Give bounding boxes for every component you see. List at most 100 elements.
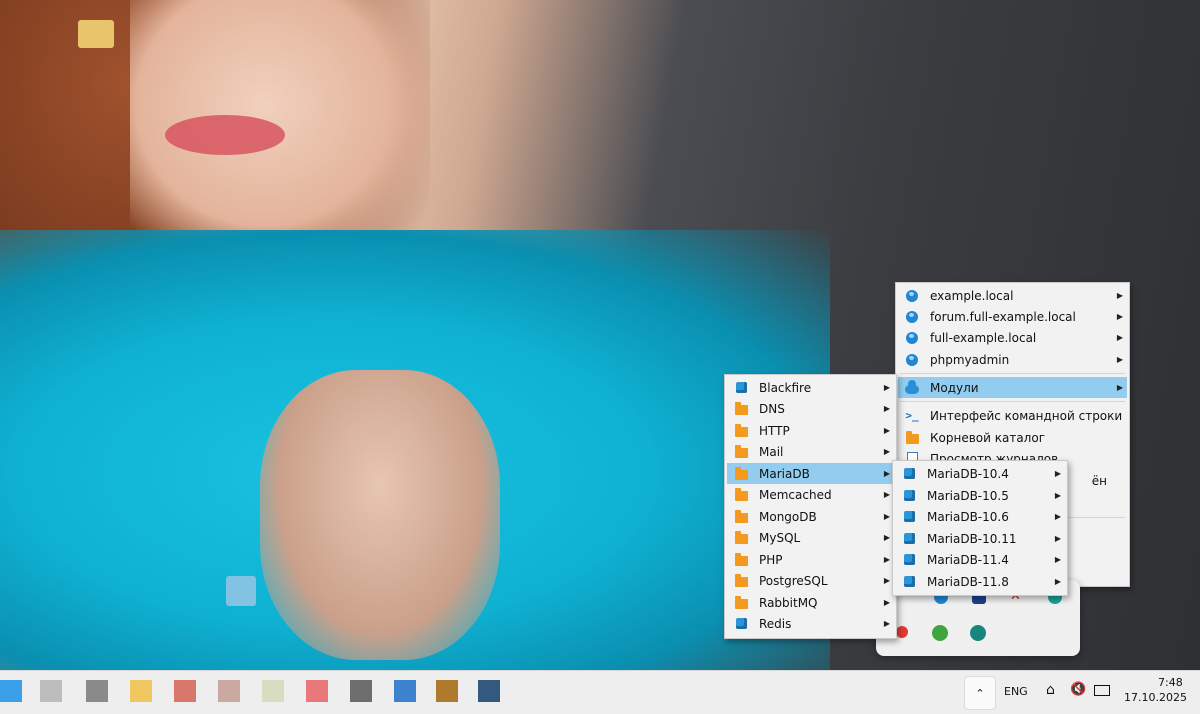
menu-item-redis[interactable]: Redis ▶ [727,613,894,634]
taskbar-app-icon[interactable] [350,680,372,702]
cloud-icon [904,380,920,396]
wifi-icon[interactable]: ⌂ [1046,682,1055,698]
menu-item-blackfire[interactable]: Blackfire ▶ [727,377,894,398]
submenu-arrow-icon: ▶ [1054,555,1062,564]
menu-item-label: MariaDB-11.4 [927,552,1009,567]
taskbar-app-icon[interactable] [394,680,416,702]
submenu-arrow-icon: ▶ [883,426,891,435]
menu-item-root-folder[interactable]: Корневой каталог [898,427,1127,448]
taskbar-app-icon[interactable] [478,680,500,702]
menu-item-label: forum.full-example.local [930,309,1076,324]
menu-item-postgresql[interactable]: PostgreSQL ▶ [727,570,894,591]
menu-item-label: Интерфейс командной строки [930,408,1123,423]
globe-icon [904,352,920,368]
menu-item-mariadb[interactable]: MariaDB ▶ [727,463,894,484]
menu-item-example-local[interactable]: example.local ▶ [898,285,1127,306]
submenu-arrow-icon: ▶ [1116,383,1124,392]
taskbar-app-icon[interactable] [436,680,458,702]
language-indicator[interactable]: ENG [1004,685,1028,698]
menu-item-mongodb[interactable]: MongoDB ▶ [727,506,894,527]
menu-item-phpmyadmin[interactable]: phpmyadmin ▶ [898,349,1127,370]
menu-item-mysql[interactable]: MySQL ▶ [727,527,894,548]
cube-icon [901,509,917,525]
menu-item-http[interactable]: HTTP ▶ [727,420,894,441]
menu-item-php[interactable]: PHP ▶ [727,549,894,570]
submenu-arrow-icon: ▶ [1116,333,1124,342]
menu-item-label: Модули [930,380,979,395]
cube-icon [733,616,749,632]
folder-icon [733,444,749,460]
taskbar-app-icon[interactable] [306,680,328,702]
submenu-arrow-icon: ▶ [1054,491,1062,500]
taskbar-app-icon[interactable] [262,680,284,702]
taskbar-app-icon[interactable] [174,680,196,702]
menu-item-mariadb-10-6[interactable]: MariaDB-10.6 ▶ [895,506,1065,527]
menu-item-label: Blackfire [759,380,812,395]
taskbar-app-icon[interactable] [86,680,108,702]
clock-date[interactable]: 17.10.2025 [1124,691,1187,704]
taskbar-app-icon[interactable] [40,680,62,702]
menu-item-mariadb-11-8[interactable]: MariaDB-11.8 ▶ [895,571,1065,592]
menu-item-label: MariaDB-11.8 [927,574,1009,589]
menu-item-memcached[interactable]: Memcached ▶ [727,484,894,505]
battery-icon[interactable] [1094,685,1110,696]
desktop-app-icon[interactable] [226,576,256,606]
desktop-folder-icon[interactable] [78,20,114,48]
menu-item-rabbitmq[interactable]: RabbitMQ ▶ [727,592,894,613]
submenu-arrow-icon: ▶ [1054,512,1062,521]
show-hidden-icons-button[interactable]: ⌃ [964,676,996,710]
submenu-arrow-icon: ▶ [883,447,891,456]
cube-icon [733,380,749,396]
menu-item-mariadb-10-4[interactable]: MariaDB-10.4 ▶ [895,463,1065,484]
folder-icon [733,530,749,546]
menu-item-label: MongoDB [759,509,817,524]
volume-muted-icon[interactable]: 🔇 [1070,682,1086,697]
tray-app-icon[interactable] [970,625,986,641]
menu-item-modules[interactable]: Модули ▶ [898,377,1127,398]
menu-item-forum-full-example-local[interactable]: forum.full-example.local ▶ [898,306,1127,327]
start-button-icon[interactable] [0,680,22,702]
menu-item-label: PHP [759,552,783,567]
menu-item-label: MariaDB [759,466,810,481]
menu-item-full-example-local[interactable]: full-example.local ▶ [898,327,1127,348]
submenu-arrow-icon: ▶ [883,383,891,392]
menu-item-command-line[interactable]: >_ Интерфейс командной строки [898,405,1127,426]
submenu-arrow-icon: ▶ [1116,355,1124,364]
folder-icon [733,487,749,503]
menu-item-label: DNS [759,401,785,416]
terminal-icon: >_ [905,409,919,422]
submenu-arrow-icon: ▶ [1054,469,1062,478]
submenu-arrow-icon: ▶ [1054,534,1062,543]
clock-time[interactable]: 7:48 [1158,676,1183,689]
wallpaper-hand [260,370,500,660]
folder-icon [733,509,749,525]
globe-icon [904,288,920,304]
menu-item-mariadb-11-4[interactable]: MariaDB-11.4 ▶ [895,549,1065,570]
menu-item-label: MySQL [759,530,801,545]
cube-icon [901,488,917,504]
menu-item-mail[interactable]: Mail ▶ [727,441,894,462]
menu-separator [900,373,1125,374]
menu-item-mariadb-10-5[interactable]: MariaDB-10.5 ▶ [895,485,1065,506]
cube-icon [901,552,917,568]
menu-item-label: Mail [759,444,784,459]
folder-icon [733,595,749,611]
taskbar-app-icon[interactable] [130,680,152,702]
utorrent-icon[interactable] [932,625,948,641]
tray-app-icon[interactable] [896,626,908,638]
menu-item-label: full-example.local [930,330,1037,345]
menu-item-mariadb-10-11[interactable]: MariaDB-10.11 ▶ [895,528,1065,549]
submenu-arrow-icon: ▶ [883,404,891,413]
taskbar-app-icon[interactable] [218,680,240,702]
menu-item-label: MariaDB-10.5 [927,488,1009,503]
globe-icon [904,330,920,346]
cube-icon [901,466,917,482]
menu-item-label: Корневой каталог [930,430,1045,445]
menu-item-label: RabbitMQ [759,595,818,610]
folder-icon [733,573,749,589]
menu-item-label: phpmyadmin [930,352,1010,367]
menu-item-label: Redis [759,616,792,631]
menu-item-dns[interactable]: DNS ▶ [727,398,894,419]
folder-icon [733,423,749,439]
submenu-arrow-icon: ▶ [1116,291,1124,300]
